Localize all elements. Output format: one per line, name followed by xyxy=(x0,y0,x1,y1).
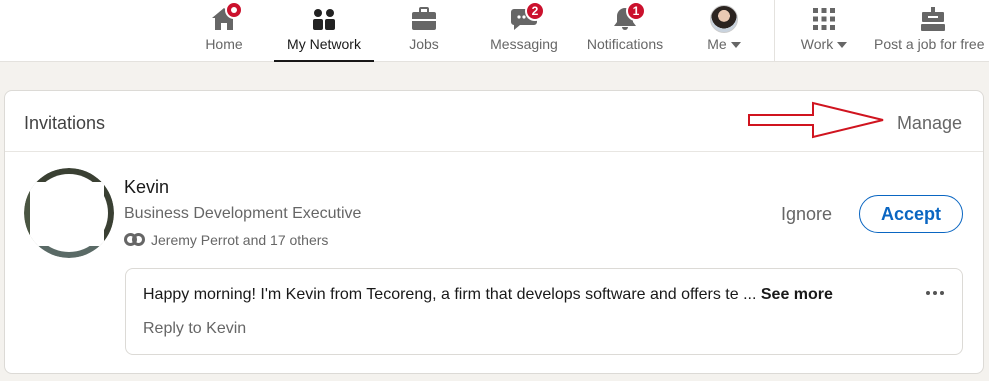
invitation-message: Happy morning! I'm Kevin from Tecoreng, … xyxy=(125,268,963,355)
chevron-down-icon xyxy=(837,42,848,49)
nav-my-network[interactable]: My Network xyxy=(274,0,374,62)
nav-messaging-label: Messaging xyxy=(490,36,558,52)
home-notification-dot xyxy=(225,1,243,19)
nav-me-text: Me xyxy=(707,36,741,52)
ignore-button[interactable]: Ignore xyxy=(771,195,842,233)
messaging-badge: 2 xyxy=(525,1,545,21)
job-board-icon xyxy=(918,5,948,33)
manage-button[interactable]: Manage xyxy=(897,113,962,134)
avatar[interactable] xyxy=(24,168,114,258)
mutual-connections-text: Jeremy Perrot and 17 others xyxy=(151,232,329,248)
nav-me-label: Me xyxy=(707,36,727,52)
nav-notifications[interactable]: 1 Notifications xyxy=(580,0,670,61)
nav-jobs[interactable]: Jobs xyxy=(398,0,450,61)
avatar xyxy=(710,5,738,33)
card-header: Invitations Manage xyxy=(5,91,983,152)
me-avatar-wrap xyxy=(709,5,739,33)
nav-notifications-label: Notifications xyxy=(586,36,664,52)
message-line: Happy morning! I'm Kevin from Tecoreng, … xyxy=(143,286,833,304)
grid-icon xyxy=(809,5,839,33)
mutual-connections-icon xyxy=(124,233,146,247)
invitation-headline: Business Development Executive xyxy=(124,205,362,222)
chat-bubble-icon: 2 xyxy=(509,1,545,33)
nav-work[interactable]: Work xyxy=(794,0,854,61)
message-text: Happy morning! I'm Kevin from Tecoreng, … xyxy=(143,286,757,303)
nav-jobs-label: Jobs xyxy=(409,36,439,52)
nav-my-network-label: My Network xyxy=(287,36,361,52)
nav-post-job[interactable]: Post a job for free xyxy=(874,0,989,61)
people-icon xyxy=(309,5,339,33)
nav-post-job-label: Post a job for free xyxy=(874,36,985,52)
home-icon xyxy=(209,1,243,33)
see-more-link[interactable]: See more xyxy=(761,286,833,303)
avatar-redaction xyxy=(30,182,104,246)
nav-divider xyxy=(774,0,775,61)
invitations-card: Invitations Manage Kevin Business Develo… xyxy=(4,90,984,374)
reply-link[interactable]: Reply to Kevin xyxy=(143,320,246,338)
chevron-down-icon xyxy=(730,42,741,49)
nav-work-label: Work xyxy=(800,36,834,52)
nav-messaging[interactable]: 2 Messaging xyxy=(486,0,562,61)
nav-me[interactable]: Me xyxy=(700,0,748,61)
bell-icon: 1 xyxy=(610,1,646,33)
annotation-arrow-icon xyxy=(748,101,884,139)
nav-work-text: Work xyxy=(800,36,848,52)
more-options-icon[interactable] xyxy=(926,291,944,295)
invitations-title: Invitations xyxy=(24,113,106,133)
top-nav: Home My Network Jobs 2 Messaging 1 Notif… xyxy=(0,0,989,62)
nav-home-label: Home xyxy=(205,36,243,52)
nav-home[interactable]: Home xyxy=(196,0,252,61)
notifications-badge: 1 xyxy=(626,1,646,21)
briefcase-icon xyxy=(409,5,439,33)
mutual-connections[interactable]: Jeremy Perrot and 17 others xyxy=(124,232,328,248)
accept-button[interactable]: Accept xyxy=(859,195,963,233)
invitation-name[interactable]: Kevin xyxy=(124,177,169,198)
